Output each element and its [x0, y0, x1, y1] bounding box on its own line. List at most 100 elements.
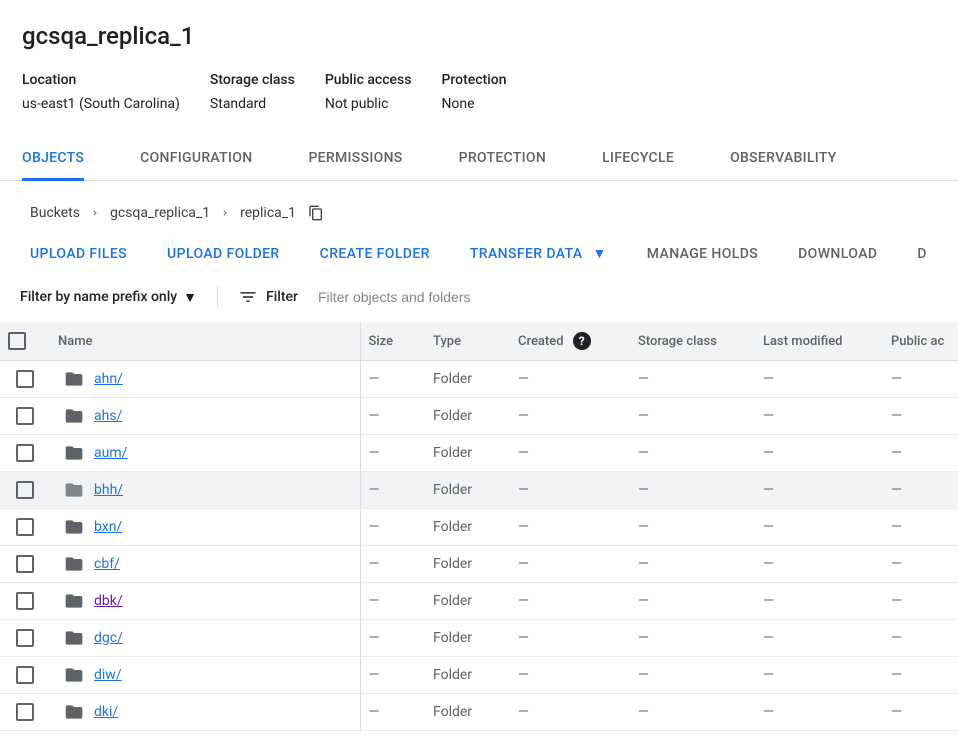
row-storage-class: — — [630, 435, 755, 472]
divider — [217, 286, 218, 308]
row-public-access: — — [883, 472, 958, 509]
row-name-cell: dki/ — [50, 694, 360, 731]
column-created-label: Created — [518, 334, 564, 349]
column-last-modified[interactable]: Last modified — [755, 322, 883, 361]
row-select-cell — [0, 398, 50, 435]
row-created: — — [510, 361, 630, 398]
tab-configuration[interactable]: CONFIGURATION — [140, 150, 252, 181]
row-checkbox[interactable] — [16, 592, 34, 610]
object-link[interactable]: ahn/ — [94, 371, 123, 387]
object-link[interactable]: dgc/ — [94, 630, 123, 646]
row-checkbox[interactable] — [16, 407, 34, 425]
row-storage-class: — — [630, 472, 755, 509]
row-checkbox[interactable] — [16, 629, 34, 647]
row-type: Folder — [425, 435, 510, 472]
table-row: bxn/—Folder———— — [0, 509, 958, 546]
breadcrumb-item-bucket[interactable]: gcsqa_replica_1 — [110, 205, 210, 221]
row-size: — — [360, 398, 425, 435]
row-name-cell: cbf/ — [50, 546, 360, 583]
row-name-cell: dgc/ — [50, 620, 360, 657]
filter-mode-dropdown[interactable]: Filter by name prefix only ▼ — [20, 289, 197, 306]
column-storage-class[interactable]: Storage class — [630, 322, 755, 361]
row-select-cell — [0, 583, 50, 620]
meta-item: Public accessNot public — [325, 72, 412, 112]
folder-icon — [64, 517, 84, 537]
object-link[interactable]: cbf/ — [94, 556, 120, 572]
column-name[interactable]: Name — [50, 322, 360, 361]
row-type: Folder — [425, 583, 510, 620]
object-link[interactable]: ahs/ — [94, 408, 122, 424]
tab-observability[interactable]: OBSERVABILITY — [730, 150, 837, 181]
row-checkbox[interactable] — [16, 666, 34, 684]
row-select-cell — [0, 472, 50, 509]
row-checkbox[interactable] — [16, 518, 34, 536]
row-public-access: — — [883, 361, 958, 398]
folder-icon — [64, 480, 84, 500]
tab-lifecycle[interactable]: LIFECYCLE — [602, 150, 674, 181]
create-folder-button[interactable]: CREATE FOLDER — [320, 246, 430, 262]
object-link[interactable]: dbk/ — [94, 593, 123, 609]
row-name-cell: dbk/ — [50, 583, 360, 620]
table-row: dgc/—Folder———— — [0, 620, 958, 657]
object-link[interactable]: diw/ — [94, 667, 122, 683]
column-created[interactable]: Created ? — [510, 322, 630, 361]
meta-item: ProtectionNone — [441, 72, 506, 112]
tabs: OBJECTS CONFIGURATION PERMISSIONS PROTECTIO… — [0, 150, 958, 181]
row-checkbox[interactable] — [16, 555, 34, 573]
meta-value: Standard — [210, 96, 295, 112]
column-size[interactable]: Size — [360, 322, 425, 361]
tab-objects[interactable]: OBJECTS — [22, 150, 84, 181]
copy-icon[interactable] — [308, 205, 324, 221]
filter-label: Filter — [238, 287, 298, 307]
folder-icon — [64, 443, 84, 463]
upload-folder-button[interactable]: UPLOAD FOLDER — [167, 246, 280, 262]
row-checkbox[interactable] — [16, 444, 34, 462]
folder-icon — [64, 591, 84, 611]
row-last-modified: — — [755, 583, 883, 620]
manage-holds-button[interactable]: MANAGE HOLDS — [647, 246, 758, 262]
row-public-access: — — [883, 435, 958, 472]
meta-value: us-east1 (South Carolina) — [22, 96, 180, 112]
row-size: — — [360, 509, 425, 546]
folder-icon — [64, 702, 84, 722]
row-storage-class: — — [630, 398, 755, 435]
row-storage-class: — — [630, 583, 755, 620]
meta-label: Public access — [325, 72, 412, 88]
filter-icon — [238, 287, 258, 307]
folder-icon — [64, 628, 84, 648]
row-last-modified: — — [755, 472, 883, 509]
select-all-cell — [0, 322, 50, 361]
object-link[interactable]: bxn/ — [94, 519, 122, 535]
row-last-modified: — — [755, 657, 883, 694]
row-public-access: — — [883, 694, 958, 731]
filter-input[interactable] — [318, 289, 948, 305]
row-created: — — [510, 583, 630, 620]
meta-value: None — [441, 96, 506, 112]
column-type[interactable]: Type — [425, 322, 510, 361]
upload-files-button[interactable]: UPLOAD FILES — [30, 246, 127, 262]
object-link[interactable]: aum/ — [94, 445, 127, 461]
row-type: Folder — [425, 620, 510, 657]
row-last-modified: — — [755, 546, 883, 583]
filter-mode-label: Filter by name prefix only — [20, 289, 177, 305]
help-icon[interactable]: ? — [573, 332, 591, 350]
row-name-cell: aum/ — [50, 435, 360, 472]
row-last-modified: — — [755, 509, 883, 546]
select-all-checkbox[interactable] — [8, 332, 26, 350]
row-select-cell — [0, 620, 50, 657]
row-storage-class: — — [630, 620, 755, 657]
tab-protection[interactable]: PROTECTION — [459, 150, 547, 181]
truncated-action[interactable]: D — [917, 246, 927, 262]
row-checkbox[interactable] — [16, 370, 34, 388]
row-checkbox[interactable] — [16, 481, 34, 499]
breadcrumb-item-buckets[interactable]: Buckets — [30, 205, 80, 221]
object-link[interactable]: dki/ — [94, 704, 118, 720]
object-link[interactable]: bhh/ — [94, 482, 123, 498]
tab-permissions[interactable]: PERMISSIONS — [308, 150, 402, 181]
table-row: diw/—Folder———— — [0, 657, 958, 694]
row-checkbox[interactable] — [16, 703, 34, 721]
transfer-data-button[interactable]: TRANSFER DATA ▼ — [470, 245, 607, 262]
download-button[interactable]: DOWNLOAD — [798, 246, 877, 262]
row-public-access: — — [883, 509, 958, 546]
column-public-access[interactable]: Public ac — [883, 322, 958, 361]
